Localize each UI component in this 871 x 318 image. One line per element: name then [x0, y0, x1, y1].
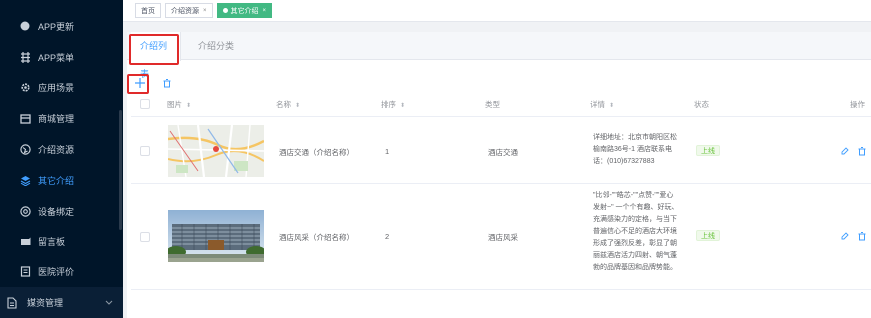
grid-icon	[19, 51, 31, 63]
row-detail: 详细地址：北京市朝阳区松 榆南路36号-1 酒店联系电 话：(010)67327…	[593, 134, 677, 165]
edit-button[interactable]	[840, 146, 850, 156]
sidebar-item-label: 医院评价	[38, 266, 75, 277]
header-actions: 操作	[850, 100, 865, 109]
sidebar-item-label: 商城管理	[38, 113, 75, 124]
sidebar-item-scenes[interactable]: 应用场景	[0, 72, 123, 102]
edit-icon	[841, 147, 849, 155]
shop-icon	[19, 112, 31, 124]
sidebar-item-label: 应用场景	[38, 82, 75, 93]
row-checkbox[interactable]	[140, 146, 150, 156]
close-icon[interactable]: ×	[203, 8, 207, 14]
header-status: 状态	[694, 100, 709, 109]
tag-label: 介绍资源	[171, 7, 199, 15]
sidebar-item-hospital-review[interactable]: 医院评价	[0, 256, 123, 286]
sidebar-item-label: 设备绑定	[38, 206, 75, 217]
circle-icon	[19, 20, 31, 32]
trash-icon	[858, 231, 866, 240]
sidebar-item-label: 其它介绍	[38, 175, 75, 186]
add-button[interactable]	[133, 76, 147, 90]
sidebar-group-media[interactable]: 媒资管理	[0, 287, 123, 318]
header-detail[interactable]: 详情 ⬍	[590, 92, 614, 117]
message-icon	[19, 235, 31, 247]
chevron-down-icon	[105, 298, 113, 307]
sidebar-item-message-board[interactable]: 留言板	[0, 226, 123, 256]
row-name: 酒店风采（介绍名称）	[279, 233, 354, 242]
header-name[interactable]: 名称 ⬍	[276, 92, 300, 117]
edit-button[interactable]	[840, 231, 850, 241]
gear-icon	[19, 81, 31, 93]
table-row: 酒店交通（介绍名称） 1 酒店交通 详细地址：北京市朝阳区松 榆南路36号-1 …	[131, 118, 871, 184]
row-type: 酒店交通	[488, 148, 518, 157]
sidebar-item-label: APP更新	[38, 21, 75, 32]
tag-other-intro[interactable]: 其它介绍 ×	[216, 3, 273, 18]
trash-icon	[163, 78, 171, 87]
tag-label: 其它介绍	[230, 7, 259, 15]
table-header: 图片 ⬍ 名称 ⬍ 排序 ⬍ 类型 详情 ⬍ 状态 操作	[131, 92, 871, 117]
review-icon	[19, 265, 31, 277]
tab-intro-category[interactable]: 介绍分类	[189, 32, 243, 60]
sidebar-item-resources[interactable]: 介绍资源	[0, 134, 123, 164]
sidebar-item-app-update[interactable]: APP更新	[0, 11, 123, 41]
delete-row-button[interactable]	[857, 146, 867, 156]
sidebar: APP更新 APP菜单 应用场景 商城管理 介绍资源 其它介绍 设备绑定 留言板…	[0, 0, 123, 318]
tag-label: 首页	[141, 7, 155, 15]
sidebar-item-label: APP菜单	[38, 52, 75, 63]
content-card: 介绍列表 介绍分类 图片 ⬍ 名称 ⬍ 排序 ⬍ 类型 详情 ⬍ 状态 操作 酒…	[127, 32, 871, 318]
row-detail: "比邻-""皓芯-""点赞-""爱心 发射~" 一个个有趣、好玩、 充满感染力的…	[593, 192, 679, 271]
sidebar-item-label: 留言板	[38, 236, 66, 247]
trash-icon	[858, 146, 866, 155]
map-thumbnail	[168, 125, 264, 177]
sort-icon[interactable]: ⬍	[186, 94, 191, 119]
close-icon[interactable]: ×	[263, 8, 267, 14]
globe-icon	[19, 143, 31, 155]
header-sort[interactable]: 排序 ⬍	[381, 92, 405, 117]
status-badge: 上线	[696, 145, 720, 156]
sidebar-item-device-binding[interactable]: 设备绑定	[0, 196, 123, 226]
sidebar-item-other-intro[interactable]: 其它介绍	[0, 165, 123, 195]
delete-row-button[interactable]	[857, 231, 867, 241]
status-badge: 上线	[696, 230, 720, 241]
building-photo	[168, 210, 264, 262]
edit-icon	[841, 232, 849, 240]
sidebar-item-label: 介绍资源	[38, 144, 75, 155]
sidebar-item-mall[interactable]: 商城管理	[0, 103, 123, 133]
delete-button[interactable]	[161, 77, 173, 89]
row-sort: 2	[385, 232, 390, 241]
tags-view: 首页 介绍资源 × 其它介绍 ×	[123, 0, 871, 22]
sidebar-group-label: 媒资管理	[27, 298, 64, 308]
table-row: 酒店风采（介绍名称） 2 酒店风采 "比邻-""皓芯-""点赞-""爱心 发射~…	[131, 185, 871, 290]
header-type: 类型	[485, 100, 500, 109]
row-checkbox[interactable]	[140, 232, 150, 242]
sidebar-item-app-menu[interactable]: APP菜单	[0, 42, 123, 72]
row-name: 酒店交通（介绍名称）	[279, 148, 354, 157]
sort-icon[interactable]: ⬍	[400, 94, 405, 119]
header-image[interactable]: 图片 ⬍	[167, 92, 191, 117]
sort-icon[interactable]: ⬍	[609, 94, 614, 119]
main-content: 介绍列表 介绍分类 图片 ⬍ 名称 ⬍ 排序 ⬍ 类型 详情 ⬍ 状态 操作 酒…	[123, 22, 871, 318]
sort-icon[interactable]: ⬍	[295, 94, 300, 119]
tab-bar: 介绍列表 介绍分类	[127, 32, 871, 79]
row-sort: 1	[385, 147, 390, 156]
layers-icon	[19, 174, 31, 186]
row-type: 酒店风采	[488, 233, 518, 242]
tab-intro-list[interactable]: 介绍列表	[131, 32, 181, 79]
plus-icon	[135, 78, 145, 88]
select-all-checkbox[interactable]	[140, 99, 150, 109]
tag-resources[interactable]: 介绍资源 ×	[165, 3, 213, 18]
tag-home[interactable]: 首页	[135, 3, 161, 18]
active-dot-icon	[222, 8, 228, 13]
document-icon	[7, 296, 17, 309]
device-icon	[19, 205, 31, 217]
